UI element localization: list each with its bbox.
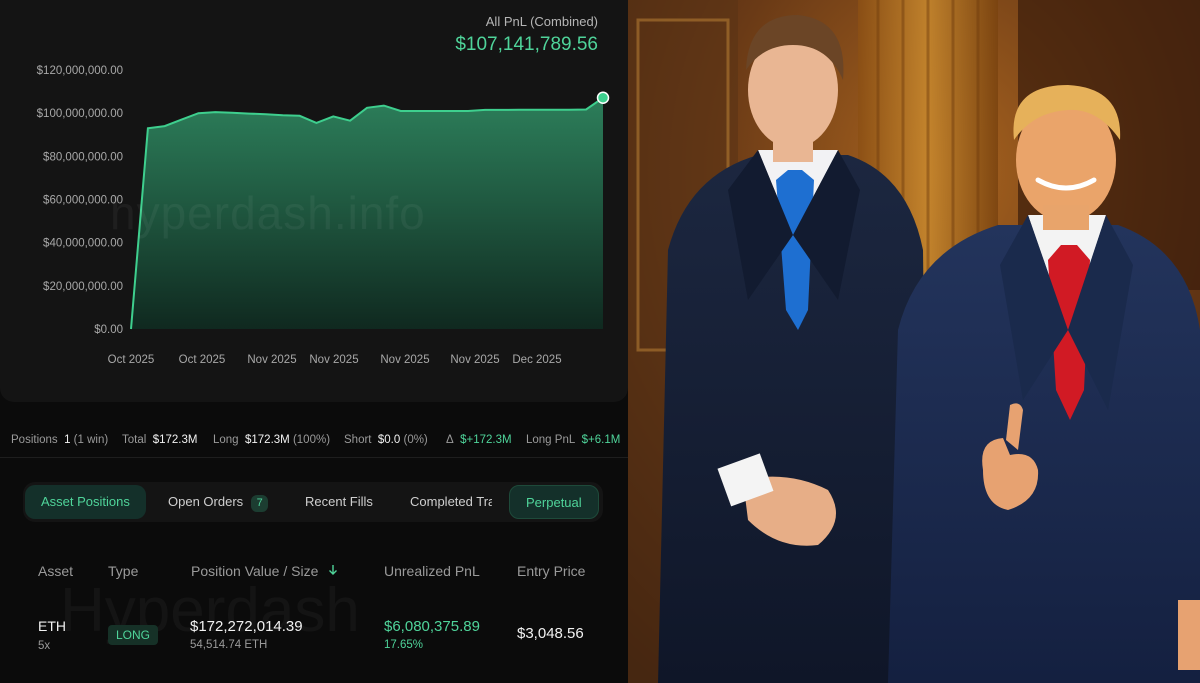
asset-symbol: ETH [38, 618, 66, 634]
latest-point-marker[interactable] [596, 91, 610, 105]
x-tick-label: Nov 2025 [247, 354, 296, 366]
unrealized-pnl: $6,080,375.89 [384, 618, 480, 635]
stat-total: Total $172.3M [122, 434, 198, 446]
position-type-badge: LONG [108, 625, 159, 645]
positions-stats-bar: Positions 1 (1 win) Total $172.3M Long $… [0, 426, 628, 456]
stat-long: Long $172.3M (100%) [213, 434, 331, 446]
x-tick-label: Oct 2025 [179, 354, 226, 366]
leverage: 5x [38, 640, 51, 652]
entry-price: $3,048.56 [517, 625, 584, 642]
position-size: 54,514.74 ETH [190, 639, 268, 651]
tab-bar: Asset Positions Open Orders 7 Recent Fill… [23, 482, 603, 522]
y-tick-label: $80,000,000.00 [43, 151, 123, 163]
y-tick-label: $100,000,000.00 [37, 108, 123, 120]
tab-asset-positions[interactable]: Asset Positions [25, 485, 146, 519]
pnl-label: All PnL (Combined) [485, 14, 598, 29]
table-watermark: Hyperdash [60, 575, 360, 646]
tab-recent-fills[interactable]: Recent Fills [305, 485, 373, 519]
open-orders-count-badge: 7 [251, 495, 269, 512]
stat-short: Short $0.0 (0%) [344, 434, 428, 446]
x-tick-label: Dec 2025 [512, 354, 561, 366]
x-tick-label: Nov 2025 [380, 354, 429, 366]
column-header-unrealized-pnl[interactable]: Unrealized PnL [384, 563, 480, 579]
pnl-value: $107,141,789.56 [455, 34, 598, 55]
photo [628, 0, 1200, 683]
x-tick-label: Oct 2025 [108, 354, 155, 366]
y-tick-label: $20,000,000.00 [43, 281, 123, 293]
pnl-chart-card: $120,000,000.00 $100,000,000.00 $80,000,00… [0, 0, 628, 402]
stat-positions: Positions 1 (1 win) [11, 434, 109, 446]
y-tick-label: $0.00 [94, 324, 123, 336]
divider [0, 457, 628, 458]
tab-open-orders[interactable]: Open Orders 7 [168, 485, 269, 519]
column-header-entry-price[interactable]: Entry Price [517, 563, 585, 579]
position-value: $172,272,014.39 [190, 618, 303, 635]
tab-open-orders-label: Open Orders [168, 494, 244, 509]
y-tick-label: $120,000,000.00 [37, 65, 123, 77]
chart-watermark: hyperdash.info [110, 187, 426, 239]
perpetual-filter-button[interactable]: Perpetual [509, 485, 599, 519]
tab-completed-trades[interactable]: Completed Trades [410, 485, 492, 519]
stat-delta: Δ $+172.3M [446, 434, 512, 446]
unrealized-pnl-percent: 17.65% [384, 639, 424, 651]
trading-dashboard: $120,000,000.00 $100,000,000.00 $80,000,00… [0, 0, 628, 683]
x-tick-label: Nov 2025 [309, 354, 358, 366]
stat-long-pnl: Long PnL $+6.1M [526, 434, 621, 446]
x-tick-label: Nov 2025 [450, 354, 499, 366]
